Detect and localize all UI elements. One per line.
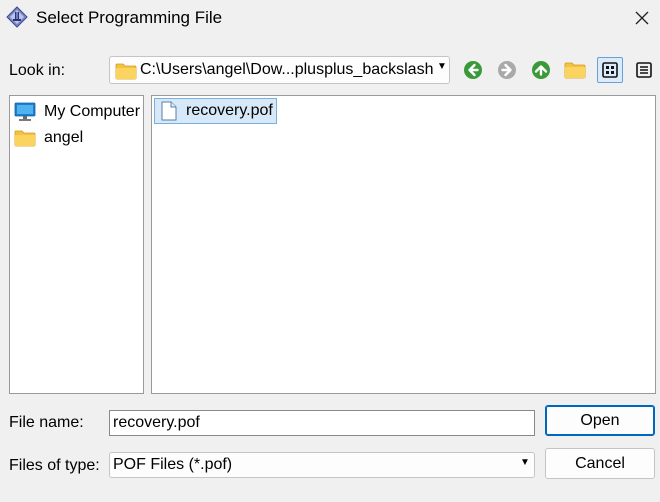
detail-view-icon	[636, 62, 652, 78]
look-in-label: Look in:	[9, 62, 66, 79]
chevron-down-icon: ▼	[437, 61, 447, 72]
forward-button[interactable]	[494, 57, 520, 83]
look-in-path: C:\Users\angel\Dow...plusplus_backslash	[140, 61, 434, 78]
sidebar-item-label: My Computer	[44, 103, 141, 120]
sidebar-item-angel[interactable]: angel	[14, 126, 83, 150]
open-button[interactable]: Open	[545, 405, 655, 436]
forward-icon	[498, 61, 516, 79]
cancel-button[interactable]: Cancel	[545, 448, 655, 479]
chevron-down-icon: ▼	[520, 457, 530, 468]
list-view-button[interactable]	[597, 57, 623, 83]
file-name: recovery.pof	[186, 102, 273, 119]
files-of-type-dropdown[interactable]: POF Files (*.pof) ▼	[109, 452, 535, 478]
file-list[interactable]: recovery.pof	[151, 95, 656, 394]
file-name-label: File name:	[9, 414, 84, 431]
file-icon	[161, 101, 177, 121]
window-title: Select Programming File	[36, 8, 223, 27]
new-folder-icon	[564, 62, 586, 79]
sidebar: My Computer angel	[9, 95, 144, 394]
folder-icon	[115, 62, 137, 85]
files-of-type-label: Files of type:	[9, 457, 100, 474]
computer-icon	[14, 102, 36, 121]
files-of-type-value: POF Files (*.pof)	[113, 456, 233, 473]
up-folder-icon	[532, 61, 550, 79]
folder-icon	[14, 130, 36, 147]
look-in-dropdown[interactable]: C:\Users\angel\Dow...plusplus_backslash …	[109, 56, 450, 84]
back-icon	[464, 61, 482, 79]
list-view-icon	[602, 62, 618, 78]
sidebar-item-label: angel	[44, 129, 84, 146]
back-button[interactable]	[460, 57, 486, 83]
close-icon	[635, 11, 649, 25]
up-folder-button[interactable]	[528, 57, 554, 83]
sidebar-item-my-computer[interactable]: My Computer	[14, 100, 140, 124]
file-name-input[interactable]	[109, 410, 535, 436]
detail-view-button[interactable]	[631, 57, 657, 83]
close-button[interactable]	[628, 4, 656, 32]
new-folder-button[interactable]	[562, 57, 588, 83]
programmer-app-icon	[6, 6, 28, 28]
file-item-recovery-pof[interactable]: recovery.pof	[154, 98, 277, 124]
